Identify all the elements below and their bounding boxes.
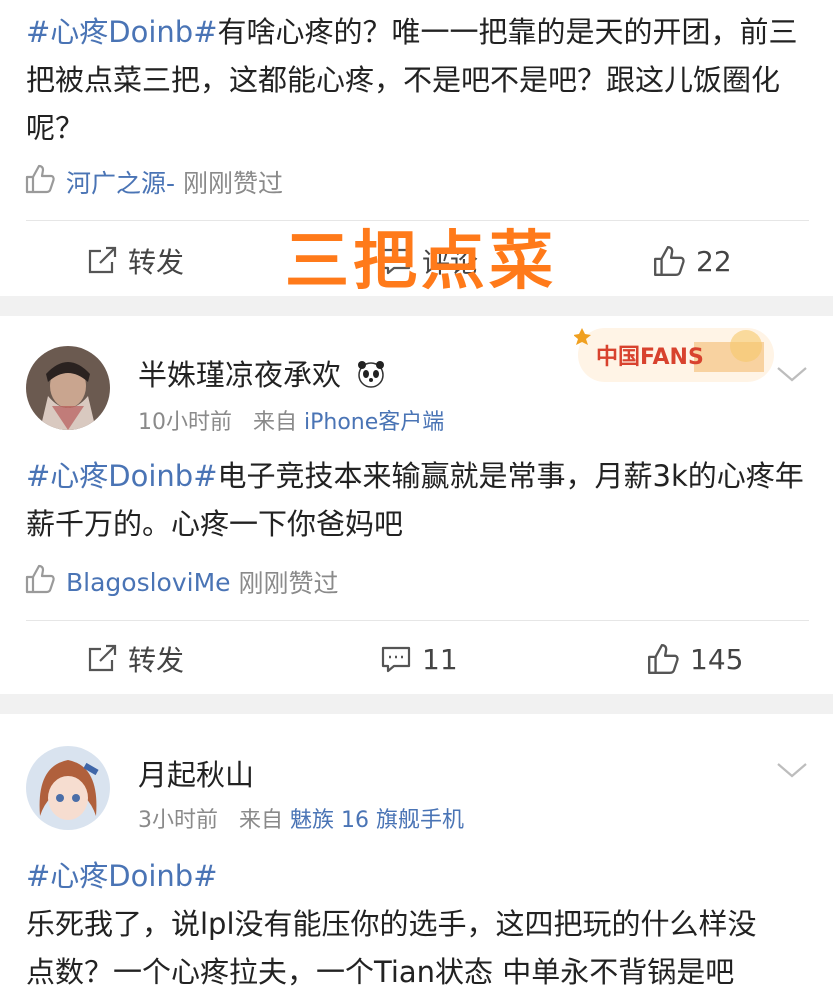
repost-icon — [88, 246, 117, 274]
post-3-hashtag[interactable]: #心疼Doinb# — [26, 852, 809, 900]
panda-emoji-icon — [356, 359, 386, 396]
post-2-hashtag[interactable]: #心疼Doinb# — [26, 459, 218, 493]
china-fans-badge-text: 中国FANS — [596, 345, 704, 370]
china-fans-badge: 中国FANS — [573, 318, 778, 390]
like-icon — [648, 644, 679, 674]
post-3-header: 月起秋山 3小时前 来自 魅族 16 旗舰手机 — [0, 714, 833, 834]
overlay-caption: 三把点菜 — [285, 225, 557, 299]
post-separator-2 — [0, 694, 833, 714]
post-3-time: 3小时前 — [138, 808, 218, 833]
post-3-from-label: 来自 — [238, 808, 283, 833]
post-2-liked-label: 刚刚赞过 — [238, 569, 339, 598]
post-1-text: #心疼Doinb#有啥心疼的？唯一一把靠的是天的开团，前三把被点菜三把，这都能心… — [26, 8, 809, 152]
post-3-body-line-2: 点数？一个心疼拉夫，一个Tian状态 中单永不背锅是吧 — [26, 955, 735, 989]
post-2-avatar[interactable] — [26, 346, 110, 430]
post-2: 半姝瑾凉夜承欢 10小时前 来自 iPhone客户端 中国FANS #心疼Doi… — [0, 316, 833, 694]
post-3-meta: 3小时前 来自 魅族 16 旗舰手机 — [138, 802, 464, 834]
post-2-divider — [26, 620, 809, 621]
post-2-repost-button[interactable]: 转发 — [86, 624, 184, 694]
repost-icon — [88, 644, 117, 672]
post-2-comment-button[interactable]: 11 — [380, 624, 458, 694]
post-2-liked-row: BlagosloviMe 刚刚赞过 — [24, 562, 339, 602]
post-1-liked-row: 河广之源- 刚刚赞过 — [24, 162, 283, 202]
post-2-header: 半姝瑾凉夜承欢 10小时前 来自 iPhone客户端 中国FANS — [0, 316, 833, 436]
post-3-source[interactable]: 魅族 16 旗舰手机 — [290, 808, 464, 833]
post-1-liked-user[interactable]: 河广之源- — [66, 164, 175, 200]
post-1-liked-label: 刚刚赞过 — [183, 169, 284, 198]
post-1-like-button[interactable]: 22 — [652, 226, 732, 296]
post-2-repost-label: 转发 — [128, 644, 185, 677]
post-2-like-button[interactable]: 145 — [646, 624, 743, 694]
post-3: 月起秋山 3小时前 来自 魅族 16 旗舰手机 #心疼Doinb# 乐死我了，说… — [0, 714, 833, 1000]
post-3-body-line-1: 乐死我了，说lpl没有能压你的选手，这四把玩的什么样没 — [26, 907, 757, 941]
post-2-text: #心疼Doinb#电子竞技本来输赢就是常事，月薪3k的心疼年薪千万的。心疼一下你… — [26, 452, 809, 548]
post-1-repost-label: 转发 — [128, 246, 185, 279]
post-1-like-count: 22 — [696, 244, 732, 278]
like-icon — [24, 563, 56, 601]
post-2-liked-user[interactable]: BlagosloviMe — [66, 568, 231, 597]
like-icon — [654, 246, 685, 276]
comment-icon — [381, 646, 411, 673]
post-1-hashtag[interactable]: #心疼Doinb# — [26, 15, 218, 49]
post-2-meta: 10小时前 来自 iPhone客户端 — [138, 404, 444, 436]
post-3-text: #心疼Doinb# 乐死我了，说lpl没有能压你的选手，这四把玩的什么样没 点数… — [26, 852, 809, 996]
chevron-down-icon[interactable] — [775, 760, 809, 780]
post-3-avatar[interactable] — [26, 746, 110, 830]
post-2-source[interactable]: iPhone客户端 — [304, 410, 444, 435]
post-2-actions: 转发 11 145 — [0, 624, 833, 694]
like-icon — [24, 163, 56, 201]
post-1-repost-button[interactable]: 转发 — [86, 226, 184, 296]
post-2-username[interactable]: 半姝瑾凉夜承欢 — [138, 352, 386, 396]
post-2-like-count: 145 — [690, 642, 744, 676]
post-2-time: 10小时前 — [138, 410, 232, 435]
post-3-username[interactable]: 月起秋山 — [138, 752, 254, 794]
chevron-down-icon[interactable] — [775, 364, 809, 384]
post-2-from-label: 来自 — [252, 410, 297, 435]
post-2-comment-count: 11 — [422, 642, 458, 676]
